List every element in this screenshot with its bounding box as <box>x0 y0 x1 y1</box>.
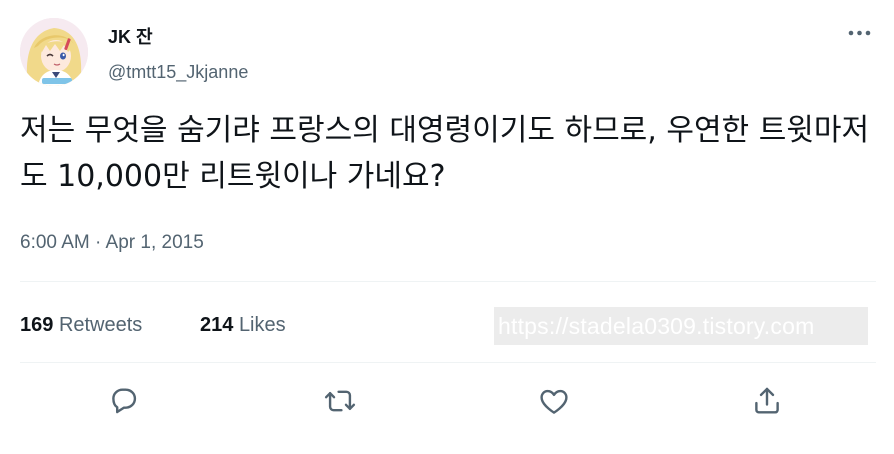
user-handle[interactable]: @tmtt15_Jkjanne <box>108 60 248 84</box>
watermark: https://stadela0309.tistory.com <box>494 307 868 345</box>
likes-stat[interactable]: 214 Likes <box>200 310 286 340</box>
tweet-text: 저는 무엇을 숨기랴 프랑스의 대영령이기도 하므로, 우연한 트윗마저도 10… <box>20 113 870 194</box>
likes-label: Likes <box>238 314 286 336</box>
reply-button[interactable] <box>107 384 141 418</box>
retweet-icon <box>324 390 356 412</box>
avatar[interactable] <box>20 18 88 86</box>
retweet-button[interactable] <box>323 384 357 418</box>
retweets-label: Retweets <box>58 314 143 336</box>
share-icon <box>755 387 779 414</box>
likes-count: 214 <box>200 314 234 336</box>
retweets-stat[interactable]: 169 Retweets <box>20 310 142 340</box>
share-button[interactable] <box>750 384 784 418</box>
more-icon <box>848 30 871 36</box>
divider <box>20 281 876 282</box>
display-name[interactable]: JK 잔 <box>108 25 153 49</box>
like-icon <box>540 389 568 414</box>
avatar-image <box>20 18 88 86</box>
reply-icon <box>112 388 137 414</box>
tweet-timestamp[interactable]: 6:00 AM · Apr 1, 2015 <box>20 230 204 256</box>
more-options-button[interactable] <box>844 22 878 44</box>
like-button[interactable] <box>537 384 571 418</box>
divider <box>20 362 876 363</box>
retweets-count: 169 <box>20 314 54 336</box>
tweet-card: JK 잔 @tmtt15_Jkjanne 저는 무엇을 숨기랴 프랑스의 대영령… <box>0 0 894 454</box>
